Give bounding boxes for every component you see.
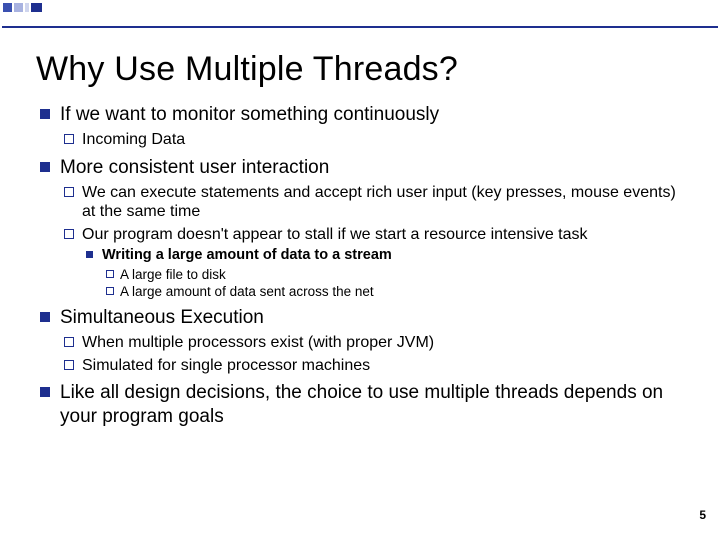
list-item: Incoming Data <box>60 130 684 150</box>
item-text: If we want to monitor something continuo… <box>60 103 684 126</box>
item-text: Our program doesn't appear to stall if w… <box>82 225 684 245</box>
item-text: Writing a large amount of data to a stre… <box>102 247 684 264</box>
slide-title: Why Use Multiple Threads? <box>36 50 684 89</box>
item-text: Incoming Data <box>82 130 684 150</box>
bullet-list-level2: Incoming Data <box>60 130 684 150</box>
page-number: 5 <box>699 508 706 522</box>
bullet-list-level4: A large file to disk A large amount of d… <box>102 267 684 300</box>
item-text: A large amount of data sent across the n… <box>120 284 684 300</box>
list-item: A large amount of data sent across the n… <box>102 284 684 300</box>
list-item: If we want to monitor something continuo… <box>36 103 684 150</box>
list-item: Simultaneous Execution When multiple pro… <box>36 306 684 375</box>
list-item: When multiple processors exist (with pro… <box>60 333 684 353</box>
list-item: Simulated for single processor machines <box>60 356 684 376</box>
slide-content: Why Use Multiple Threads? If we want to … <box>0 0 720 428</box>
item-text: We can execute statements and accept ric… <box>82 183 684 222</box>
list-item: Like all design decisions, the choice to… <box>36 381 684 427</box>
corner-decoration <box>2 2 118 22</box>
list-item: Our program doesn't appear to stall if w… <box>60 225 684 300</box>
item-text: Simulated for single processor machines <box>82 356 684 376</box>
item-text: Like all design decisions, the choice to… <box>60 381 684 427</box>
bullet-list-level2: When multiple processors exist (with pro… <box>60 333 684 375</box>
bullet-list-level1: If we want to monitor something continuo… <box>36 103 684 428</box>
list-item: We can execute statements and accept ric… <box>60 183 684 222</box>
list-item: More consistent user interaction We can … <box>36 156 684 300</box>
bullet-list-level3: Writing a large amount of data to a stre… <box>82 247 684 300</box>
item-text: A large file to disk <box>120 267 684 283</box>
item-text: Simultaneous Execution <box>60 306 684 329</box>
bullet-list-level2: We can execute statements and accept ric… <box>60 183 684 300</box>
list-item: A large file to disk <box>102 267 684 283</box>
list-item: Writing a large amount of data to a stre… <box>82 247 684 300</box>
item-text: More consistent user interaction <box>60 156 684 179</box>
header-rule <box>2 26 718 28</box>
item-text: When multiple processors exist (with pro… <box>82 333 684 353</box>
